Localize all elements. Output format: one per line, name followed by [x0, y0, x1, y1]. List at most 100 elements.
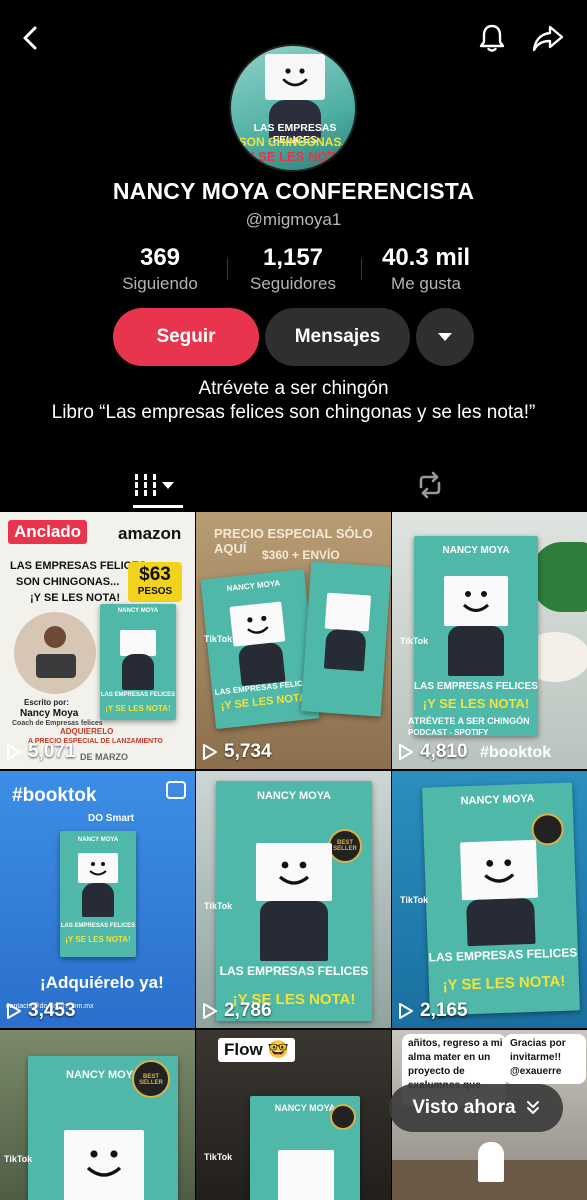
video-thumbnail-8[interactable]: Flow 🤓 NANCY MOYA TikTok [196, 1030, 391, 1200]
stat-likes[interactable]: 40.3 mil Me gusta [366, 244, 486, 294]
smiley-icon [89, 862, 107, 876]
overlay-text: alma mater en un [408, 1052, 491, 1063]
stat-likes-label: Me gusta [391, 274, 461, 293]
stat-followers-count: 1,157 [262, 244, 324, 271]
book-smiley-paper [64, 1130, 144, 1200]
overlay-text: @exauerre [510, 1066, 562, 1077]
book-cover: NANCY MOYA LAS EMPRESAS FELICES ¡Y SE LE… [100, 604, 176, 720]
overlay-text: añitos, regreso a mi [408, 1038, 503, 1049]
brand-logo: DO Smart [88, 813, 135, 824]
share-button[interactable] [528, 18, 568, 58]
play-icon [399, 744, 413, 760]
notifications-button[interactable] [472, 18, 512, 58]
profile-stats: 369 Siguiendo 1,157 Seguidores 40.3 mil … [0, 244, 587, 300]
play-icon [399, 1003, 413, 1019]
smiley-icon [247, 615, 269, 634]
tiktok-watermark: TikTok [204, 1152, 233, 1162]
tiktok-watermark: TikTok [204, 634, 233, 644]
smiley-icon [282, 68, 308, 87]
book-title: LAS EMPRESAS FELICES [428, 945, 578, 965]
book-figure [122, 654, 154, 690]
view-count-value: 4,810 [420, 741, 468, 762]
stat-followers[interactable]: 1,157 Seguidores [233, 244, 353, 294]
book-author: NANCY MOYA [460, 792, 535, 808]
book-figure [82, 883, 114, 917]
pinned-badge: Anclado [8, 520, 88, 544]
author-photo-head [44, 626, 66, 648]
overlay-text: ¡Adquiérelo ya! [40, 973, 164, 992]
overlay-text: proyecto de [408, 1066, 465, 1077]
book-figure [237, 641, 286, 687]
book-title-accent: ¡Y SE LES NOTA! [422, 696, 530, 711]
overlay-text: LAS EMPRESAS FELICES [10, 560, 147, 572]
tab-videos[interactable] [120, 462, 190, 508]
stat-following-count: 369 [139, 244, 181, 271]
view-count: 3,453 [6, 1000, 76, 1022]
best-seller-text: BEST SELLER [333, 840, 357, 853]
video-thumbnail-2[interactable]: PRECIO ESPECIAL SÓLO AQUÍ $360 + ENVÍO N… [196, 512, 391, 769]
smiley-icon [484, 859, 515, 883]
smiley-icon [278, 861, 310, 885]
overlay-text: #booktok [480, 744, 552, 761]
video-thumbnail-3[interactable]: NANCY MOYA LAS EMPRESAS FELICES ¡Y SE LE… [392, 512, 587, 769]
tiktok-watermark: TikTok [4, 1154, 33, 1164]
video-thumbnail-4[interactable]: #booktok DO Smart NANCY MOYA LAS EMPRESA… [0, 771, 195, 1028]
book-title: LAS EMPRESAS FELICES [219, 964, 369, 978]
overlay-text: DE MARZO [80, 752, 128, 762]
overlay-text: #booktok [12, 785, 97, 806]
stat-following[interactable]: 369 Siguiendo [100, 244, 220, 294]
book-cover: NANCY MOYA BEST SELLER [28, 1056, 178, 1200]
book-smiley-paper [278, 1150, 334, 1200]
bio-line-1: Atrévete a ser chingón [198, 378, 389, 399]
view-count: 5,071 [6, 741, 76, 763]
follow-button[interactable]: Seguir [113, 308, 259, 366]
messages-button[interactable]: Mensajes [265, 308, 410, 366]
seen-now-button[interactable]: Visto ahora [389, 1084, 563, 1132]
view-count-value: 5,071 [28, 741, 76, 762]
video-thumbnail-5[interactable]: NANCY MOYA BEST SELLER LAS EMPRESAS FELI… [196, 771, 391, 1028]
book-smiley-paper [444, 576, 508, 626]
avatar-smiley-paper [265, 54, 325, 100]
video-thumbnail-6[interactable]: NANCY MOYA LAS EMPRESAS FELICES ¡Y SE LE… [392, 771, 587, 1028]
more-suggestions-button[interactable] [416, 308, 474, 366]
view-count-value: 3,453 [28, 1000, 76, 1021]
back-button[interactable] [10, 18, 50, 58]
tiktok-watermark: TikTok [204, 901, 233, 911]
stat-likes-count: 40.3 mil [381, 244, 471, 271]
repost-icon [419, 471, 441, 499]
tab-reposts[interactable] [400, 462, 460, 508]
book-smiley-paper [459, 839, 538, 901]
overlay-text: Gracias por [510, 1038, 566, 1049]
view-count-value: 5,734 [224, 741, 272, 762]
book-smiley-paper [324, 592, 372, 632]
stat-followers-label: Seguidores [249, 274, 336, 293]
book-title: LAS EMPRESAS FELICES [60, 923, 136, 929]
profile-bio: Atrévete a ser chingón Libro “Las empres… [50, 377, 537, 425]
author-photo-desk [36, 654, 76, 678]
profile-name: NANCY MOYA CONFERENCISTA [112, 178, 475, 204]
tiktok-watermark: TikTok [400, 895, 429, 905]
book-smiley-paper [120, 630, 156, 656]
author-photo [14, 612, 96, 694]
video-thumbnail-1[interactable]: Anclado amazon LAS EMPRESAS FELICES SON … [0, 512, 195, 769]
view-count: 2,786 [202, 1000, 272, 1022]
book-smiley-paper [78, 853, 118, 883]
bio-line-2: Libro “Las empresas felices son chingona… [51, 402, 536, 423]
grid-icon [135, 474, 174, 496]
smiley-icon [462, 591, 490, 612]
stat-divider [227, 258, 228, 280]
chevron-left-icon [23, 26, 37, 50]
seen-now-label: Visto ahora [412, 1097, 516, 1118]
book-title-accent: ¡Y SE LES NOTA! [442, 972, 566, 995]
bell-icon [479, 24, 505, 52]
price-unit: PESOS [137, 586, 173, 597]
video-thumbnail-7[interactable]: NANCY MOYA BEST SELLER TikTok [0, 1030, 195, 1200]
avatar-text-3: ¡Y SE LES NOTA! [241, 149, 349, 164]
book-figure [260, 901, 328, 961]
view-count: 4,810 [398, 741, 468, 763]
overlay-text: SON CHINGONAS... [16, 576, 120, 588]
overlay-text: PODCAST - SPOTIFY [408, 728, 489, 737]
avatar[interactable]: LAS EMPRESAS FELICES SON CHINGONAS... ¡Y… [229, 44, 357, 172]
book-cover: NANCY MOYA LAS EMPRESAS FELICES ¡Y SE LE… [414, 536, 538, 736]
profile-actions: Seguir Mensajes [0, 308, 587, 366]
